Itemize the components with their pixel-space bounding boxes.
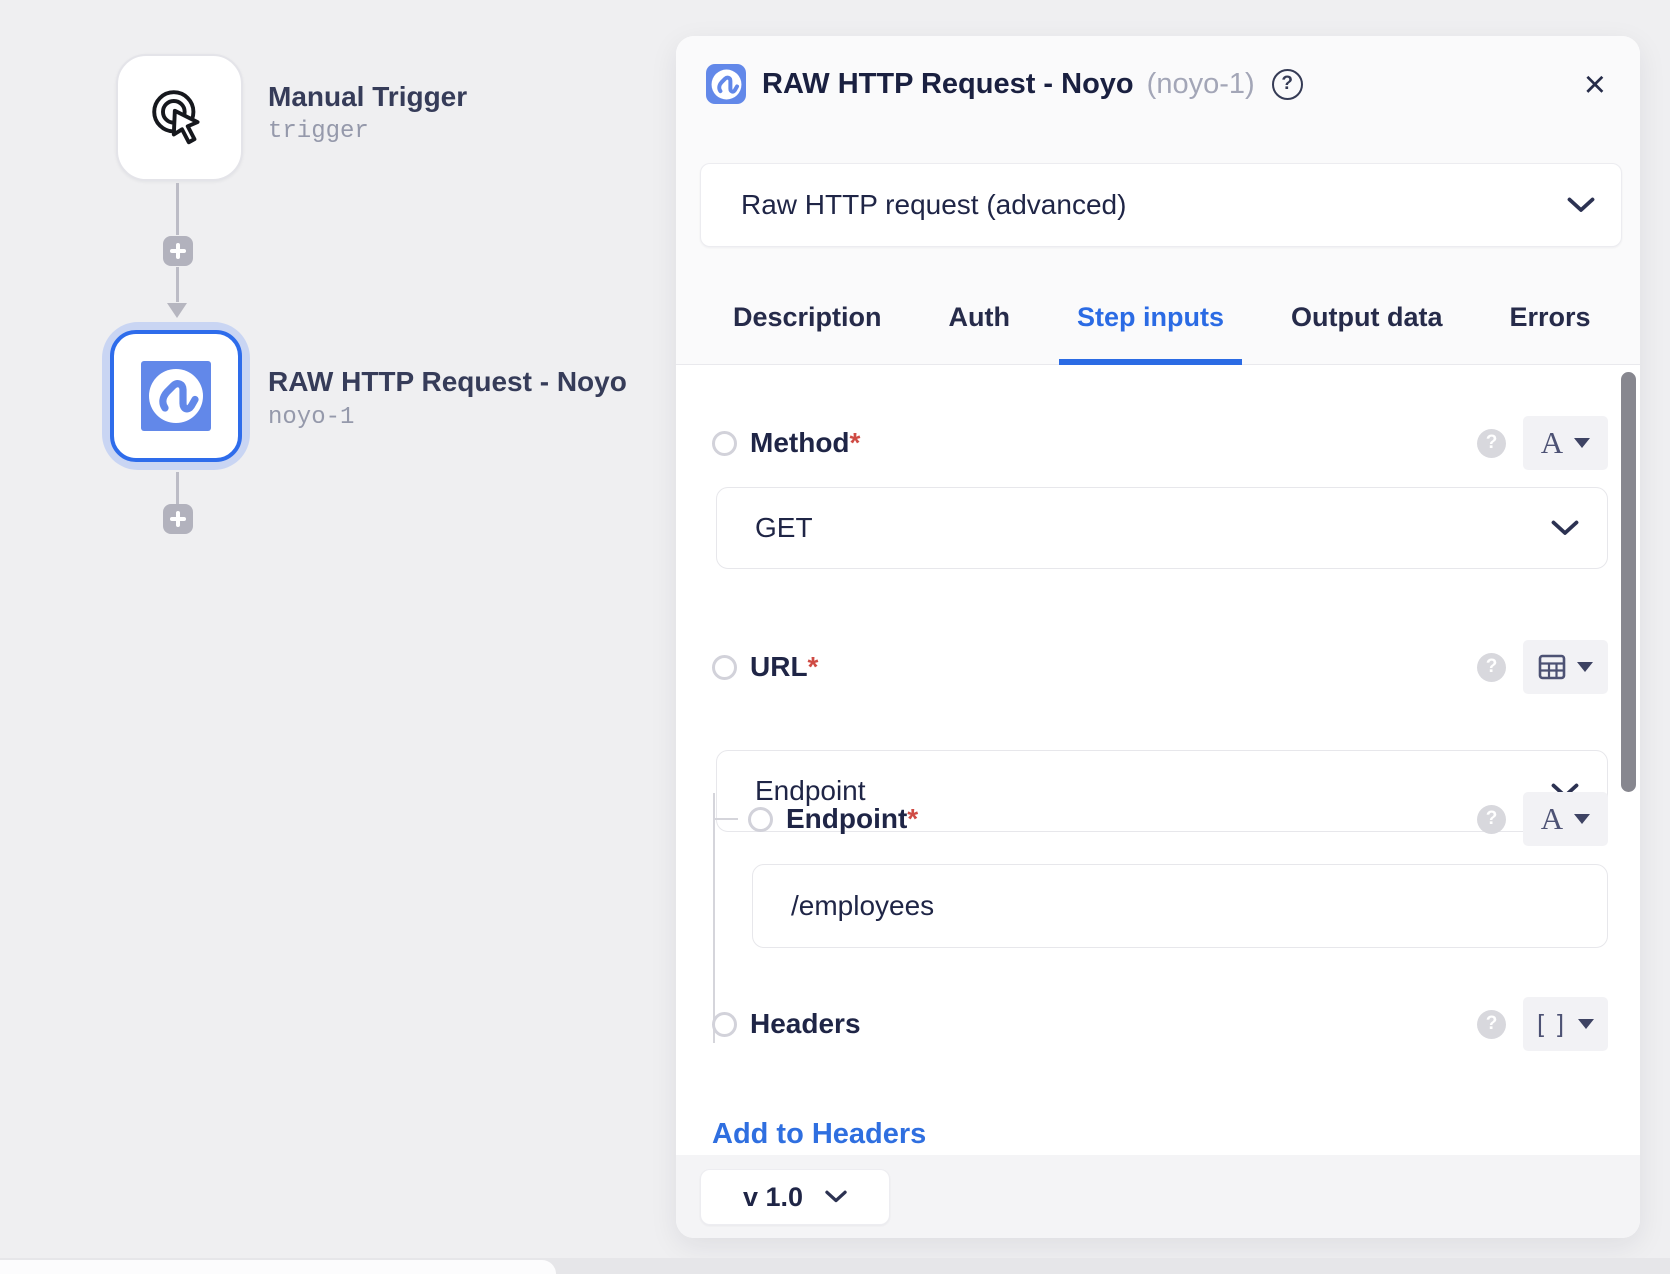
noyo-node-title: RAW HTTP Request - Noyo bbox=[268, 366, 627, 398]
endpoint-mapping-toggle[interactable] bbox=[748, 807, 773, 832]
headers-field-row: Headers ? [ ] bbox=[712, 997, 1608, 1051]
panel-title: RAW HTTP Request - Noyo bbox=[762, 68, 1134, 101]
tab-errors[interactable]: Errors bbox=[1510, 270, 1591, 364]
action-type-value: Raw HTTP request (advanced) bbox=[741, 189, 1567, 221]
array-type-icon: [ ] bbox=[1537, 1010, 1567, 1039]
version-select[interactable]: v 1.0 bbox=[700, 1169, 890, 1225]
tab-output-data[interactable]: Output data bbox=[1291, 270, 1442, 364]
url-label: URL* bbox=[750, 651, 818, 683]
panel-scrollbar-thumb[interactable] bbox=[1621, 372, 1636, 792]
noyo-node-subtitle: noyo-1 bbox=[268, 404, 354, 431]
url-field-row: URL* ? bbox=[712, 640, 1608, 694]
method-value: GET bbox=[755, 512, 1551, 544]
required-asterisk: * bbox=[907, 803, 918, 834]
triangle-down-icon bbox=[1574, 438, 1590, 448]
method-mapping-toggle[interactable] bbox=[712, 431, 737, 456]
method-select[interactable]: GET bbox=[716, 487, 1608, 569]
connector-line bbox=[176, 183, 179, 235]
headers-type-selector[interactable]: [ ] bbox=[1523, 997, 1608, 1051]
triangle-down-icon bbox=[1574, 814, 1590, 824]
trigger-node-subtitle: trigger bbox=[268, 118, 369, 145]
headers-label: Headers bbox=[750, 1008, 861, 1040]
step-config-panel: RAW HTTP Request - Noyo (noyo-1) ? × Raw… bbox=[676, 36, 1640, 1238]
method-type-selector[interactable]: A bbox=[1523, 416, 1608, 470]
panel-footer: v 1.0 bbox=[676, 1155, 1640, 1238]
noyo-logo-icon bbox=[141, 361, 211, 431]
required-asterisk: * bbox=[850, 427, 861, 458]
method-field-row: Method* ? A bbox=[712, 416, 1608, 470]
help-icon[interactable]: ? bbox=[1477, 805, 1506, 834]
add-step-button[interactable] bbox=[163, 236, 193, 266]
endpoint-field-row: Endpoint* ? A bbox=[748, 792, 1608, 846]
chevron-down-icon bbox=[1551, 520, 1579, 537]
chevron-down-icon bbox=[1567, 197, 1595, 214]
noyo-logo-icon bbox=[706, 64, 746, 104]
noyo-step-card bbox=[110, 330, 242, 462]
help-icon[interactable]: ? bbox=[1477, 429, 1506, 458]
tab-step-inputs[interactable]: Step inputs bbox=[1077, 270, 1224, 364]
panel-instance-id: (noyo-1) bbox=[1147, 68, 1255, 101]
url-mapping-toggle[interactable] bbox=[712, 655, 737, 680]
headers-mapping-toggle[interactable] bbox=[712, 1012, 737, 1037]
panel-tabs: Description Auth Step inputs Output data… bbox=[676, 270, 1640, 365]
tab-description[interactable]: Description bbox=[733, 270, 882, 364]
help-icon[interactable]: ? bbox=[1272, 69, 1303, 100]
triangle-down-icon bbox=[1578, 1019, 1594, 1029]
url-type-selector[interactable] bbox=[1523, 640, 1608, 694]
manual-trigger-node[interactable] bbox=[116, 54, 243, 181]
endpoint-value: /employees bbox=[791, 890, 1579, 922]
text-type-icon: A bbox=[1541, 801, 1563, 837]
click-trigger-icon bbox=[147, 85, 213, 151]
tab-auth[interactable]: Auth bbox=[949, 270, 1010, 364]
add-to-headers-link[interactable]: Add to Headers bbox=[712, 1118, 926, 1151]
noyo-step-node[interactable] bbox=[102, 322, 250, 470]
nested-field-tick bbox=[713, 818, 738, 820]
close-icon[interactable]: × bbox=[1584, 67, 1606, 103]
action-type-select[interactable]: Raw HTTP request (advanced) bbox=[700, 163, 1622, 247]
text-type-icon: A bbox=[1541, 425, 1563, 461]
help-icon[interactable]: ? bbox=[1477, 1010, 1506, 1039]
connector-line bbox=[176, 267, 179, 302]
endpoint-type-selector[interactable]: A bbox=[1523, 792, 1608, 846]
endpoint-label: Endpoint* bbox=[786, 803, 918, 835]
trigger-node-title: Manual Trigger bbox=[268, 81, 467, 113]
workflow-editor: Manual Trigger trigger RAW HTTP Request … bbox=[0, 0, 1670, 1274]
endpoint-input[interactable]: /employees bbox=[752, 864, 1608, 948]
bottom-card-edge bbox=[0, 1260, 556, 1274]
add-step-button[interactable] bbox=[163, 504, 193, 534]
triangle-down-icon bbox=[1577, 662, 1593, 672]
required-asterisk: * bbox=[808, 651, 819, 682]
connector-arrow-icon bbox=[167, 303, 187, 318]
connector-line bbox=[176, 472, 179, 504]
table-type-icon bbox=[1538, 654, 1566, 680]
chevron-down-icon bbox=[825, 1190, 847, 1204]
panel-header: RAW HTTP Request - Noyo (noyo-1) ? bbox=[706, 63, 1303, 105]
method-label: Method* bbox=[750, 427, 860, 459]
help-icon[interactable]: ? bbox=[1477, 653, 1506, 682]
version-value: v 1.0 bbox=[743, 1182, 803, 1213]
